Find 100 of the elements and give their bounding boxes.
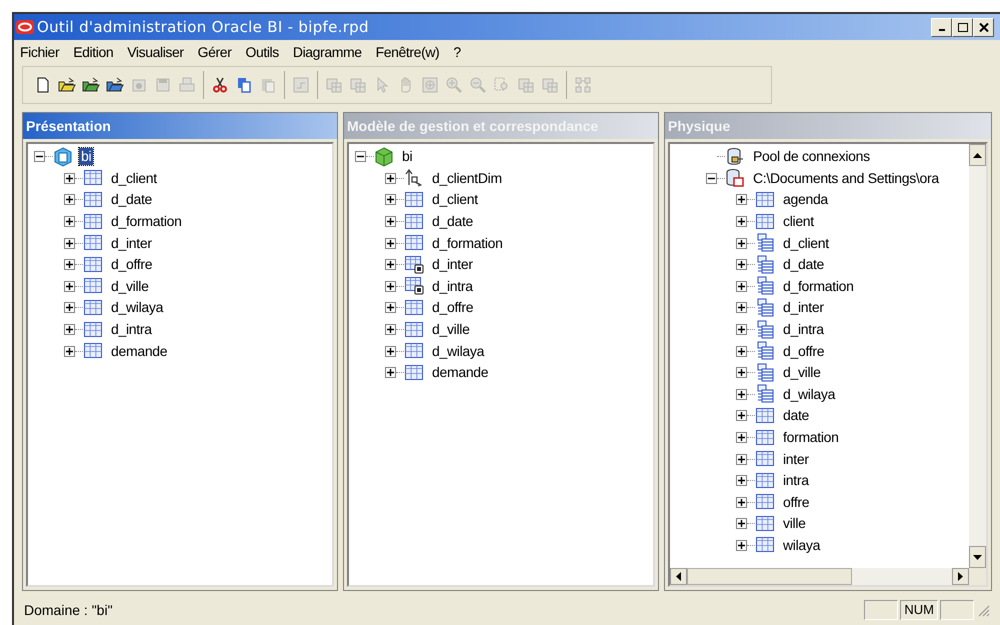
menu-item[interactable]: Diagramme [290,42,364,62]
tree-item[interactable]: d_date [430,213,476,230]
tree-item[interactable]: formation [781,429,841,446]
tree-item[interactable]: d_client [430,191,480,208]
tree-item[interactable]: d_inter [109,234,154,252]
expand-toggle[interactable] [736,367,747,378]
expand-toggle[interactable] [736,324,747,336]
tree-item[interactable]: d_offre [109,256,154,274]
tree-item[interactable]: bi [400,148,414,166]
folder-icon[interactable] [82,76,100,94]
menu-item[interactable]: Gérer [196,42,234,62]
expand-toggle[interactable] [736,540,747,551]
expand-toggle[interactable] [736,410,747,422]
expand-toggle[interactable] [736,388,747,400]
expand-toggle[interactable] [385,346,396,357]
vertical-scrollbar[interactable] [969,144,986,568]
tree-item[interactable]: wilaya [781,536,822,554]
scroll-right-button[interactable] [952,568,969,585]
copy-icon[interactable] [235,76,253,94]
tree-item[interactable]: bi [79,148,94,166]
menu-item[interactable]: Outils [243,42,281,62]
expand-toggle[interactable] [385,280,396,292]
maximize-button[interactable] [952,18,973,36]
minimize-button[interactable] [931,18,952,36]
tree-item[interactable]: d_intra [781,321,826,338]
expand-toggle[interactable] [385,238,396,249]
expand-toggle[interactable] [736,194,747,206]
expand-toggle[interactable] [736,280,747,292]
expand-toggle[interactable] [385,172,396,184]
folder-icon[interactable] [106,76,124,94]
expand-toggle[interactable] [736,216,747,228]
expand-toggle[interactable] [64,302,75,314]
expand-toggle[interactable] [736,475,747,486]
collapse-toggle[interactable] [34,151,45,162]
menu-item[interactable]: Fenêtre(w) [374,42,442,62]
expand-toggle[interactable] [736,302,747,314]
tree-item[interactable]: C:\Documents and Settings\ora [751,170,941,187]
tree-item[interactable]: d_clientDim [430,170,504,187]
scroll-up-button[interactable] [969,144,986,166]
tree-item[interactable]: demande [430,364,490,382]
horizontal-scrollbar[interactable] [670,568,986,585]
expand-toggle[interactable] [385,367,396,378]
tree-item[interactable]: intra [781,472,811,490]
tree-item[interactable]: d_date [781,256,826,274]
tree-item[interactable]: Pool de connexions [751,148,872,166]
folder-icon[interactable] [58,76,76,94]
tree-item[interactable]: d_ville [430,321,472,338]
tree-item[interactable]: ville [781,515,808,532]
expand-toggle[interactable] [736,259,747,270]
tree-item[interactable]: d_formation [109,213,184,230]
expand-toggle[interactable] [736,518,747,530]
menu-item[interactable]: ? [451,42,463,62]
menu-item[interactable]: Visualiser [125,42,186,62]
cut-icon[interactable] [211,76,229,94]
expand-toggle[interactable] [385,324,396,336]
menu-item[interactable]: Edition [71,42,116,62]
collapse-toggle[interactable] [706,172,717,184]
expand-toggle[interactable] [385,302,396,314]
tree-item[interactable]: d_offre [781,342,826,360]
tree-item[interactable]: client [781,213,816,230]
expand-toggle[interactable] [64,346,75,357]
expand-toggle[interactable] [64,216,75,228]
expand-toggle[interactable] [64,194,75,206]
expand-toggle[interactable] [64,259,75,270]
collapse-toggle[interactable] [355,151,366,162]
tree-item[interactable]: agenda [781,191,830,208]
tree-item[interactable]: d_wilaya [109,299,166,316]
tree-item[interactable]: d_intra [109,321,154,338]
tree-item[interactable]: d_client [109,170,159,187]
expand-toggle[interactable] [736,454,747,465]
tree-item[interactable]: date [781,407,812,424]
expand-toggle[interactable] [385,259,396,270]
tree-item[interactable]: d_ville [781,364,823,382]
expand-toggle[interactable] [385,216,396,228]
scroll-left-button[interactable] [670,568,687,585]
tree-item[interactable]: inter [781,450,811,468]
tree-item[interactable]: d_intra [430,278,475,295]
close-button[interactable] [973,18,994,36]
tree-item[interactable]: d_client [781,234,831,252]
tree-item[interactable]: d_date [109,191,154,208]
expand-toggle[interactable] [736,496,747,508]
expand-toggle[interactable] [385,194,396,206]
expand-toggle[interactable] [64,172,75,184]
tree-item[interactable]: demande [109,342,170,360]
expand-toggle[interactable] [736,238,747,249]
expand-toggle[interactable] [736,432,747,444]
tree-item[interactable]: offre [781,494,812,511]
tree-item[interactable]: d_inter [430,256,475,274]
tree-item[interactable]: d_wilaya [430,342,486,360]
scroll-down-button[interactable] [969,546,986,568]
tree-item[interactable]: d_ville [109,278,151,295]
scroll-thumb[interactable] [687,568,852,585]
tree-item[interactable]: d_wilaya [781,386,838,403]
tree-item[interactable]: d_inter [781,299,826,316]
expand-toggle[interactable] [64,238,75,249]
expand-toggle[interactable] [64,324,75,336]
menu-item[interactable]: Fichier [18,42,62,62]
expand-toggle[interactable] [64,280,75,292]
expand-toggle[interactable] [736,346,747,357]
tree-item[interactable]: d_formation [430,234,505,252]
